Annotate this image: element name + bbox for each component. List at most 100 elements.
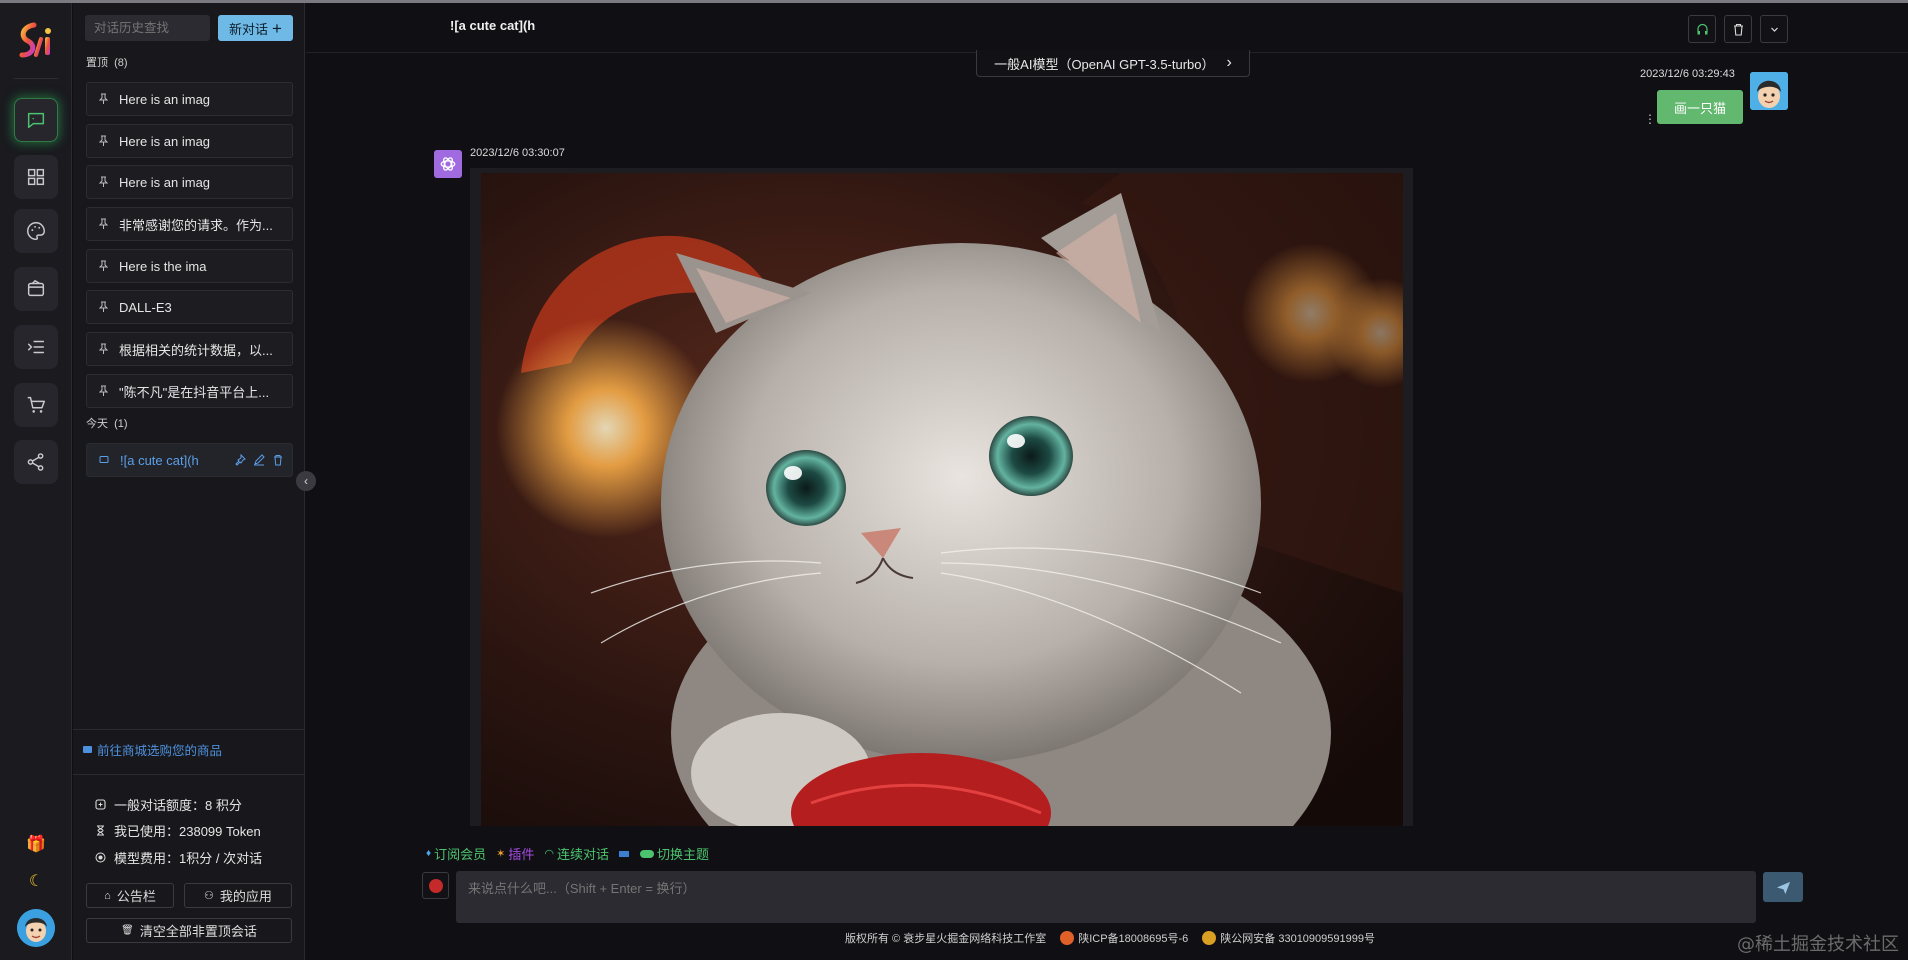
chevron-right-icon: › bbox=[1226, 54, 1232, 71]
new-chat-label: 新对话 bbox=[229, 21, 269, 37]
input-plugin-button[interactable] bbox=[422, 872, 449, 899]
trash-icon: 🗑 bbox=[121, 925, 134, 936]
rail-divider bbox=[14, 78, 58, 79]
nav-wallet-button[interactable] bbox=[14, 267, 58, 311]
send-icon bbox=[1776, 881, 1790, 894]
history-search-input[interactable] bbox=[85, 15, 210, 41]
chat-input[interactable] bbox=[456, 871, 1756, 923]
share-icon bbox=[27, 453, 44, 471]
sidebar-divider bbox=[73, 729, 305, 730]
cart-icon bbox=[27, 396, 45, 413]
wallet-icon bbox=[27, 279, 45, 297]
theme-toggle[interactable]: 切换主题 bbox=[618, 844, 709, 863]
openai-icon bbox=[440, 157, 456, 171]
conversation-title: 非常感谢您的请求。作为... bbox=[119, 217, 273, 233]
conversation-title-header: ![a cute cat](h bbox=[450, 18, 536, 33]
chevron-left-icon: ‹ bbox=[304, 474, 308, 488]
target-icon bbox=[95, 852, 106, 863]
delete-icon[interactable] bbox=[272, 454, 284, 466]
shop-link[interactable]: 前往商城选购您的商品 bbox=[83, 740, 222, 759]
subscribe-button[interactable]: ♦ 订阅会员 bbox=[426, 844, 486, 863]
usage-stat: 我已使用：238099 Token bbox=[95, 821, 261, 840]
user-message-time: 2023/12/6 03:29:43 bbox=[1640, 68, 1735, 80]
trash-icon bbox=[1733, 23, 1743, 36]
grid-icon bbox=[27, 168, 45, 186]
conversation-title: Here is an imag bbox=[119, 133, 211, 149]
pin-icon bbox=[99, 385, 108, 396]
edit-icon[interactable] bbox=[253, 454, 265, 466]
conversation-title: Here is the ima bbox=[119, 258, 207, 274]
pin-icon bbox=[99, 260, 108, 271]
subscribe-label: 订阅会员 bbox=[434, 847, 487, 862]
user-message-bubble: 画一只猫 bbox=[1657, 90, 1743, 124]
fee-stat: 模型费用：1积分 / 次对话 bbox=[95, 848, 262, 867]
conversation-item[interactable]: Here is an imag bbox=[86, 165, 293, 199]
chevron-down-icon bbox=[1770, 27, 1778, 32]
generated-cat-image[interactable] bbox=[481, 173, 1403, 826]
chat-icon bbox=[27, 112, 45, 129]
footer: 版权所有 © 衰步星火掘金网络科技工作室 陕ICP备18008695号-6 陕公… bbox=[845, 930, 1375, 946]
my-apps-button[interactable]: ⚇ 我的应用 bbox=[184, 883, 292, 908]
gift-icon[interactable]: 🎁 bbox=[26, 834, 46, 854]
copyright-text: 版权所有 © 衰步星火掘金网络科技工作室 bbox=[845, 933, 1047, 945]
conversation-title: Here is an imag bbox=[119, 91, 211, 107]
pin-icon bbox=[99, 301, 108, 312]
nav-chat-button[interactable] bbox=[14, 98, 58, 142]
police-link[interactable]: 陕公网安备 33010909591999号 bbox=[1202, 930, 1375, 946]
plugin-ball-icon bbox=[428, 878, 443, 893]
hourglass-icon bbox=[97, 825, 104, 836]
pin-icon bbox=[99, 135, 108, 146]
list-indent-icon bbox=[27, 340, 45, 354]
coin-icon bbox=[95, 799, 106, 810]
delete-conversation-button[interactable] bbox=[1724, 15, 1752, 43]
nav-list-button[interactable] bbox=[14, 325, 58, 369]
notice-button[interactable]: ⌂ 公告栏 bbox=[86, 883, 174, 908]
assistant-avatar bbox=[434, 150, 462, 178]
icp-link[interactable]: 陕ICP备18008695号-6 bbox=[1060, 930, 1188, 946]
pin-icon bbox=[99, 343, 108, 354]
model-selector-label: 一般AI模型（OpenAI GPT-3.5-turbo） bbox=[994, 56, 1215, 72]
nav-apps-button[interactable] bbox=[14, 155, 58, 199]
conversation-item[interactable]: Here is an imag bbox=[86, 124, 293, 158]
user-avatar[interactable] bbox=[17, 909, 55, 947]
notice-icon: ⌂ bbox=[104, 889, 111, 902]
collapse-sidebar-button[interactable]: ‹ bbox=[296, 471, 316, 491]
theme-icon bbox=[618, 850, 629, 857]
chat-bubble-icon bbox=[99, 456, 109, 463]
conversation-item[interactable]: "陈不凡"是在抖音平台上... bbox=[86, 374, 293, 408]
conversation-sidebar: 新对话 + 置顶 (8) Here is an imag Here is an … bbox=[73, 3, 305, 960]
pinned-group-label: 置顶 (8) bbox=[86, 57, 128, 69]
quota-stat: 一般对话额度：8 积分 bbox=[95, 795, 242, 814]
more-options-button[interactable] bbox=[1760, 15, 1788, 43]
more-vertical-icon[interactable]: ⋮ bbox=[1644, 112, 1656, 126]
shop-link-label: 前往商城选购您的商品 bbox=[97, 744, 223, 758]
plugins-button[interactable]: ✶ 插件 bbox=[496, 844, 534, 863]
conversation-item[interactable]: 根据相关的统计数据，以... bbox=[86, 332, 293, 366]
nav-share-button[interactable] bbox=[14, 440, 58, 484]
apps-icon: ⚇ bbox=[204, 890, 214, 902]
model-selector[interactable]: 一般AI模型（OpenAI GPT-3.5-turbo） › bbox=[976, 50, 1250, 77]
input-toolbar: ♦ 订阅会员 ✶ 插件 ◠ 连续对话 切换主题 bbox=[426, 844, 709, 863]
today-group-label: 今天 (1) bbox=[86, 418, 128, 430]
conversation-item[interactable]: 非常感谢您的请求。作为... bbox=[86, 207, 293, 241]
new-chat-button[interactable]: 新对话 + bbox=[218, 15, 293, 41]
export-button[interactable] bbox=[1688, 15, 1716, 43]
pin-icon bbox=[99, 176, 108, 187]
pin-icon bbox=[99, 93, 108, 104]
conversation-title: Here is an imag bbox=[119, 174, 211, 190]
clear-conversations-label: 清空全部非置顶会话 bbox=[139, 924, 257, 939]
clear-conversations-button[interactable]: 🗑 清空全部非置顶会话 bbox=[86, 918, 292, 943]
send-button[interactable] bbox=[1763, 872, 1803, 902]
nav-draw-button[interactable] bbox=[14, 209, 58, 253]
conversation-item-active[interactable]: ![a cute cat](h bbox=[86, 443, 293, 477]
pin-action-icon[interactable] bbox=[234, 454, 246, 466]
moon-icon[interactable]: ☾ bbox=[26, 871, 46, 891]
nav-shop-button[interactable] bbox=[14, 383, 58, 427]
conversation-item[interactable]: Here is an imag bbox=[86, 82, 293, 116]
shop-icon bbox=[83, 746, 92, 753]
conversation-item[interactable]: DALL-E3 bbox=[86, 290, 293, 324]
continuous-chat-toggle[interactable]: ◠ 连续对话 bbox=[544, 844, 609, 863]
conversation-item[interactable]: Here is the ima bbox=[86, 249, 293, 283]
watermark: @稀土掘金技术社区 bbox=[1737, 934, 1899, 955]
app-logo[interactable] bbox=[14, 19, 58, 63]
